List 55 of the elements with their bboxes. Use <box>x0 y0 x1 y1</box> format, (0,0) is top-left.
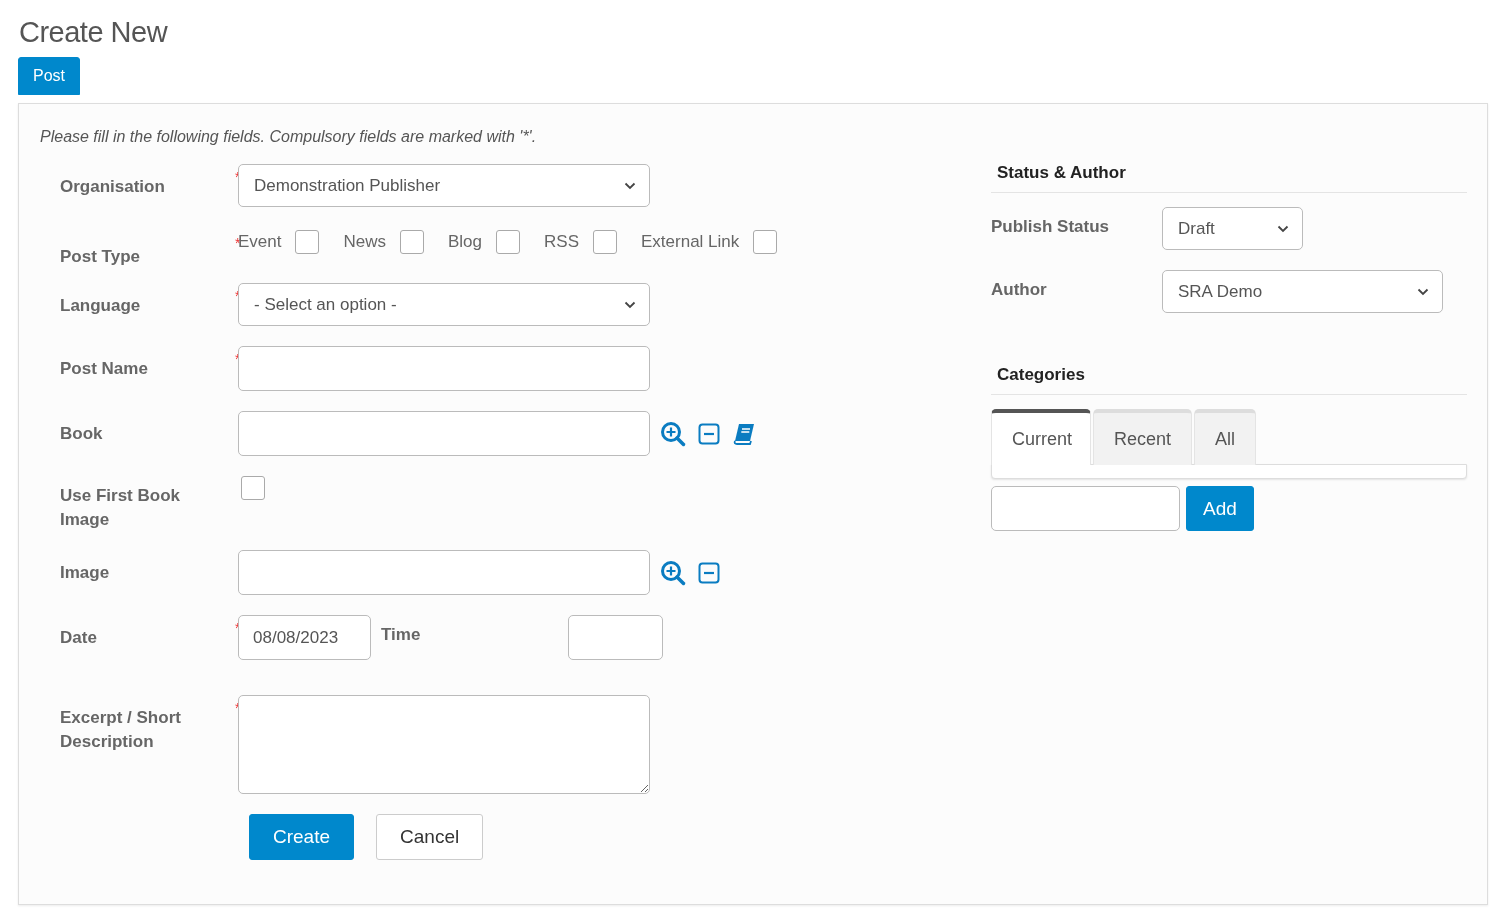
tab[interactable]: Post <box>18 57 80 95</box>
time-field[interactable] <box>568 615 664 660</box>
text-field[interactable] <box>238 346 650 391</box>
date-field[interactable]: 08/08/2023 <box>238 615 371 660</box>
checkbox-label: Blog <box>448 232 483 252</box>
select-field[interactable]: Draft <box>1162 207 1303 250</box>
field-label: Excerpt / Short Description <box>60 707 182 753</box>
zoom-in-icon[interactable] <box>660 420 686 447</box>
instruction-text: Please fill in the following fields. Compulsory fields are marked with '*'. <box>40 128 538 146</box>
text-field[interactable] <box>238 411 650 456</box>
page-title: Create New <box>19 16 169 49</box>
field-label: Book <box>60 423 104 445</box>
minus-square-icon[interactable] <box>698 422 720 445</box>
tab[interactable]: Recent <box>1093 409 1193 465</box>
section-heading: Status & Author <box>991 163 1467 193</box>
book-icon[interactable] <box>732 421 756 446</box>
field-label: Image <box>60 562 111 584</box>
field-label: Time <box>381 625 421 645</box>
category-field[interactable] <box>991 486 1180 531</box>
checkbox-label: External Link <box>641 232 740 252</box>
field-label: Author <box>991 280 1048 300</box>
checkbox[interactable] <box>241 476 265 500</box>
checkbox-label: RSS <box>544 232 579 252</box>
checkbox[interactable] <box>295 230 320 254</box>
section-heading: Categories <box>991 365 1467 395</box>
checkbox[interactable] <box>753 230 778 254</box>
checkbox-label: News <box>343 232 386 252</box>
checkbox[interactable] <box>496 230 521 254</box>
chevron-down-icon[interactable] <box>624 181 636 190</box>
text-area[interactable] <box>238 695 650 794</box>
chevron-down-icon[interactable] <box>1417 287 1429 296</box>
select-field[interactable]: - Select an option - <box>238 283 650 326</box>
field-label: Post Type <box>60 246 141 268</box>
field-label: Organisation <box>60 176 166 198</box>
select-field[interactable]: Demonstration Publisher <box>238 164 650 207</box>
field-label: Date <box>60 627 98 649</box>
field-label: Post Name <box>60 358 149 380</box>
checkbox-label: Event <box>238 232 282 252</box>
checkbox[interactable] <box>593 230 617 254</box>
add-button[interactable]: Add <box>1186 486 1254 531</box>
zoom-in-icon[interactable] <box>660 559 686 586</box>
minus-square-icon[interactable] <box>698 561 720 584</box>
chevron-down-icon[interactable] <box>1277 224 1289 233</box>
checkbox[interactable] <box>400 230 424 254</box>
field-label: Use First Book Image <box>60 485 181 531</box>
field-label: Language <box>60 295 142 317</box>
text-field[interactable] <box>238 550 650 595</box>
field-label: Publish Status <box>991 217 1111 237</box>
tab[interactable]: Current <box>991 409 1091 465</box>
tab[interactable]: All <box>1194 409 1257 465</box>
cancel-button[interactable]: Cancel <box>376 814 484 860</box>
create-button[interactable]: Create <box>249 814 355 860</box>
chevron-down-icon[interactable] <box>624 300 636 309</box>
select-field[interactable]: SRA Demo <box>1162 270 1443 313</box>
required-marker: * <box>234 235 238 251</box>
